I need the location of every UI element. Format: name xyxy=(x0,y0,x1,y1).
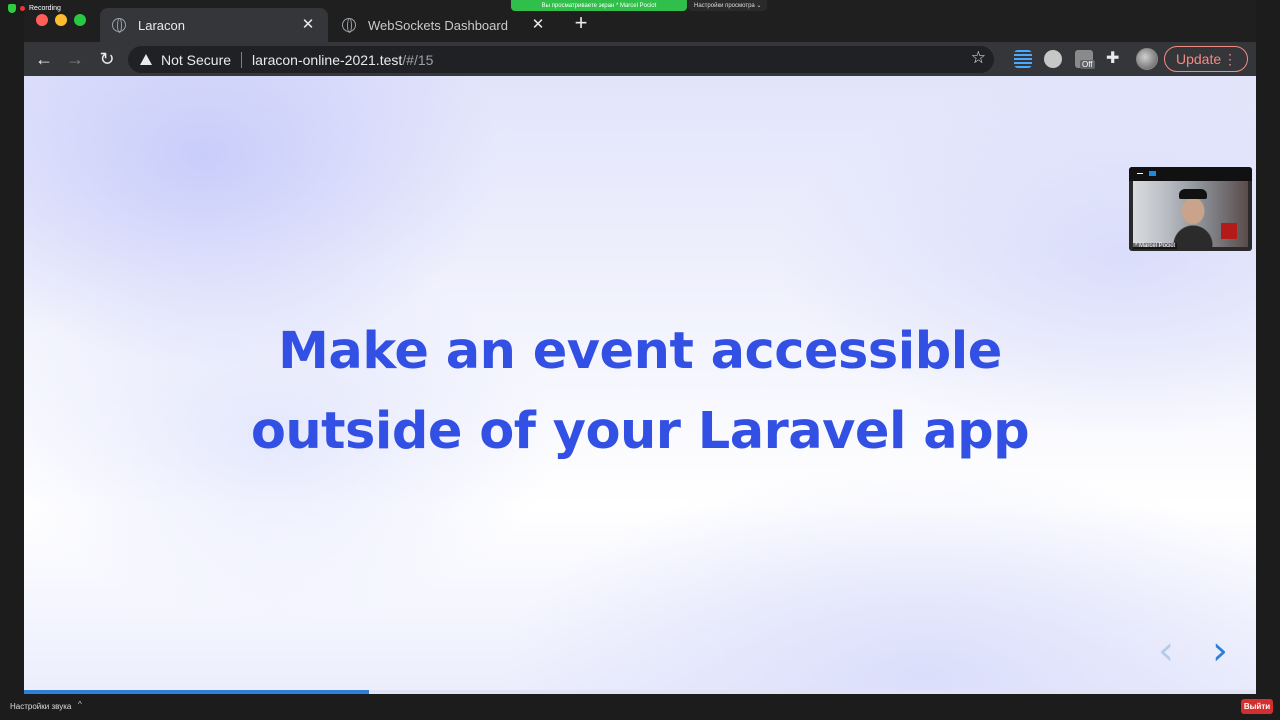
presentation-slide: Make an event accessible outside of your… xyxy=(24,76,1256,690)
view-options-menu[interactable]: Настройки просмотра ⌄ xyxy=(688,0,768,11)
back-button[interactable]: ← xyxy=(32,47,56,71)
screen-share-text: Вы просматриваете экран * Marcel Pociot xyxy=(541,2,657,9)
profile-avatar[interactable] xyxy=(1136,48,1158,70)
video-toolbar xyxy=(1129,167,1252,181)
more-menu-icon[interactable]: ⋮ xyxy=(1223,51,1237,67)
speaker-figure xyxy=(1173,197,1213,247)
headline-line-1: Make an event accessible xyxy=(278,322,1002,381)
browser-window: Laracon ✕ WebSockets Dashboard ✕ + ← → ↻… xyxy=(24,0,1256,694)
headline-line-2: outside of your Laravel app xyxy=(250,402,1030,461)
extension-filter-icon[interactable] xyxy=(1014,50,1032,68)
shield-icon xyxy=(8,4,16,13)
forward-button[interactable]: → xyxy=(63,47,87,71)
next-slide-arrow[interactable]: › xyxy=(1212,631,1228,671)
bookmark-star-icon[interactable]: ☆ xyxy=(971,48,986,68)
chevron-up-icon[interactable]: ^ xyxy=(78,700,82,709)
tab-laracon[interactable]: Laracon ✕ xyxy=(100,8,328,42)
slide-headline: Make an event accessible outside of your… xyxy=(24,312,1256,472)
sound-settings-button[interactable]: Настройки звука xyxy=(10,702,71,711)
new-tab-button[interactable]: + xyxy=(570,12,592,34)
screen-share-banner[interactable]: Вы просматриваете экран * Marcel Pociot xyxy=(511,0,687,11)
warning-icon xyxy=(140,54,152,65)
maximize-window-button[interactable] xyxy=(74,14,86,26)
browser-toolbar: ← → ↻ Not Secure laracon-online-2021.tes… xyxy=(24,42,1256,76)
zoom-screen-share: Recording Вы просматриваете экран * Marc… xyxy=(0,0,1280,720)
globe-icon xyxy=(112,18,126,33)
expand-video-icon[interactable] xyxy=(1149,171,1156,176)
reload-button[interactable]: ↻ xyxy=(95,47,119,71)
recording-label: Recording xyxy=(29,5,61,12)
minimize-window-button[interactable] xyxy=(55,14,67,26)
url-path: /#/15 xyxy=(402,51,434,68)
video-participant-name: * Marcel Pociot xyxy=(1133,243,1178,249)
globe-icon xyxy=(342,18,356,33)
tab-title: Laracon xyxy=(138,17,185,33)
recording-dot-icon xyxy=(20,6,25,11)
divider xyxy=(241,51,243,68)
extensions-puzzle-icon[interactable]: ✚ xyxy=(1106,48,1119,68)
exit-button[interactable]: Выйти xyxy=(1241,699,1273,714)
url-host: laracon-online-2021.test xyxy=(252,51,403,68)
security-label[interactable]: Not Secure xyxy=(161,52,231,68)
previous-slide-arrow[interactable]: ‹ xyxy=(1158,631,1174,671)
address-bar[interactable]: Not Secure laracon-online-2021.test/#/15… xyxy=(128,46,994,73)
recording-indicator: Recording xyxy=(8,4,61,13)
close-tab-icon[interactable]: ✕ xyxy=(300,17,316,33)
close-tab-icon[interactable]: ✕ xyxy=(530,17,546,33)
view-options-label: Настройки просмотра ⌄ xyxy=(694,3,762,9)
minimize-video-icon[interactable] xyxy=(1137,173,1143,174)
extension-ghost-icon[interactable] xyxy=(1044,50,1062,68)
speaker-hat xyxy=(1179,189,1207,199)
tab-title: WebSockets Dashboard xyxy=(368,17,508,33)
speaker-video-thumbnail[interactable]: * Marcel Pociot xyxy=(1129,167,1252,251)
update-label: Update xyxy=(1176,51,1222,67)
background-object xyxy=(1221,223,1237,239)
tab-websockets-dashboard[interactable]: WebSockets Dashboard ✕ xyxy=(330,8,558,42)
extension-off-badge: Off xyxy=(1080,60,1095,69)
zoom-bottom-bar: Настройки звука ^ Выйти xyxy=(0,694,1280,720)
update-button[interactable]: Update ⋮ xyxy=(1164,46,1248,72)
close-window-button[interactable] xyxy=(36,14,48,26)
